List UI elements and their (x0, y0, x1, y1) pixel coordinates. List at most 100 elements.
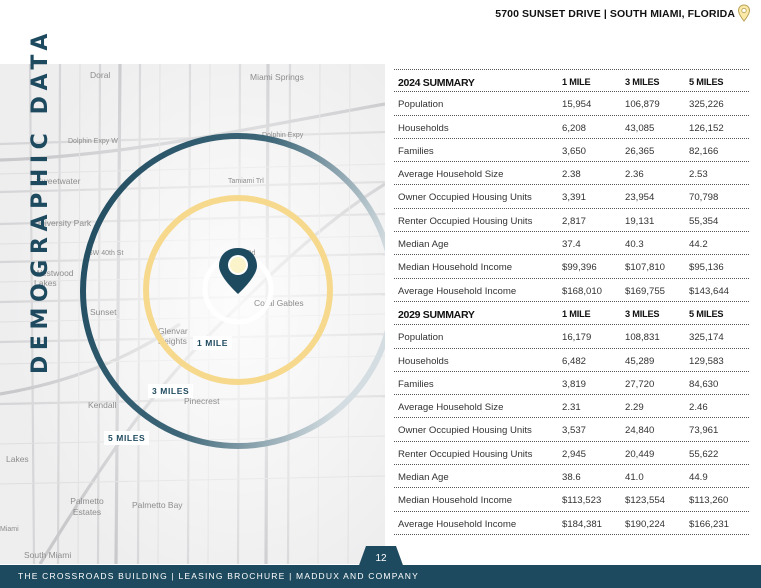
row-value: 2,945 (562, 448, 587, 460)
row-label: Families (398, 145, 434, 157)
row-label: Owner Occupied Housing Units (398, 425, 532, 437)
row-value: $184,381 (562, 518, 603, 530)
row-value: 3,537 (562, 425, 587, 437)
row-value: 126,152 (689, 122, 724, 134)
row-value: 3,650 (562, 145, 587, 157)
row-value: 19,131 (625, 215, 655, 227)
header-cell: 1 MILE (562, 308, 591, 319)
table-row: Median Household Income $99,396 $107,810 $9… (394, 255, 749, 279)
row-label: Median Household Income (398, 262, 513, 274)
five-mile-ring (80, 133, 385, 449)
row-value: 43,085 (625, 122, 655, 134)
row-value: 26,365 (625, 145, 655, 157)
table-row: Renter Occupied Housing Units 2,945 20,449… (394, 442, 749, 466)
table-row: Households 6,482 45,289 129,583 (394, 349, 749, 372)
row-value: 3,391 (562, 192, 587, 204)
table-row: Median Age 38.6 41.0 44.9 (394, 465, 749, 489)
table-row: Households 6,208 43,085 126,152 (394, 116, 749, 139)
row-value: 55,354 (689, 215, 719, 227)
row-value: $113,523 (562, 495, 602, 507)
row-label: Population (398, 99, 444, 111)
one-mile-label: 1 MILE (193, 336, 232, 350)
row-value: $99,396 (562, 262, 597, 274)
header-cell: 2029 SUMMARY (398, 308, 475, 321)
row-value: 2.31 (562, 402, 581, 414)
row-value: 70,798 (689, 192, 719, 204)
row-value: 41.0 (625, 472, 644, 484)
row-value: 20,449 (625, 448, 655, 460)
row-label: Average Household Income (398, 518, 517, 530)
row-value: 84,630 (689, 378, 719, 390)
row-value: 38.6 (562, 472, 581, 484)
row-value: $123,554 (625, 495, 666, 507)
table-row: Owner Occupied Housing Units 3,391 23,954 7… (394, 185, 749, 209)
page-number: 12 (375, 553, 387, 564)
table-header-2024: 2024 SUMMARY 1 MILE 3 MILES 5 MILES (394, 69, 749, 93)
table-row: Families 3,650 26,365 82,166 (394, 139, 749, 163)
row-value: 325,226 (689, 99, 724, 111)
row-value: 3,819 (562, 378, 587, 390)
row-value: 24,840 (625, 425, 655, 437)
header-cell: 3 MILES (625, 308, 660, 319)
header-cell: 3 MILES (625, 77, 660, 87)
row-value: $107,810 (625, 262, 666, 274)
row-label: Average Household Size (398, 402, 504, 414)
row-value: 73,961 (689, 425, 719, 437)
row-label: Renter Occupied Housing Units (398, 215, 533, 227)
table-row: Population 16,179 108,831 325,174 (394, 325, 749, 349)
row-value: $113,260 (689, 495, 729, 507)
row-value: 2.38 (562, 169, 581, 181)
row-label: Households (398, 355, 449, 367)
table-row: Families 3,819 27,720 84,630 (394, 372, 749, 396)
table-row: Average Household Size 2.38 2.36 2.53 (394, 162, 749, 186)
radius-rings (80, 133, 385, 449)
table-row: Owner Occupied Housing Units 3,537 24,840 7… (394, 418, 749, 442)
row-value: 2,817 (562, 215, 587, 227)
row-value: 16,179 (562, 332, 592, 344)
row-value: 129,583 (689, 355, 724, 367)
row-value: 2.53 (689, 169, 708, 181)
demographic-tables: 2024 SUMMARY 1 MILE 3 MILES 5 MILES Popu… (394, 69, 749, 535)
table-row: Median Household Income $113,523 $123,554 $… (394, 488, 749, 512)
header-cell: 1 MILE (562, 77, 591, 87)
row-label: Average Household Size (398, 169, 504, 181)
row-value: 108,831 (625, 332, 660, 344)
row-label: Median Age (398, 472, 449, 484)
row-label: Average Household Income (398, 285, 517, 297)
row-label: Median Household Income (398, 495, 513, 507)
row-value: 2.29 (625, 402, 644, 414)
row-value: 27,720 (625, 378, 655, 390)
header-cell: 5 MILES (689, 77, 724, 87)
row-value: $95,136 (689, 262, 724, 274)
row-label: Households (398, 122, 449, 134)
location-pin-icon (737, 4, 751, 22)
row-value: 82,166 (689, 145, 719, 157)
row-value: 45,289 (625, 355, 655, 367)
table-row: Renter Occupied Housing Units 2,817 19,131… (394, 209, 749, 233)
row-value: $168,010 (562, 285, 603, 297)
table-header-2029: 2029 SUMMARY 1 MILE 3 MILES 5 MILES (394, 302, 749, 326)
row-value: 23,954 (625, 192, 655, 204)
row-value: 2.36 (625, 169, 644, 181)
row-value: $166,231 (689, 518, 730, 530)
row-label: Population (398, 332, 444, 344)
demographic-radius-map: Doral Miami Springs Dolphin Expy W Sweet… (0, 64, 385, 564)
three-mile-label: 3 MILES (148, 384, 194, 398)
site-location-pin-icon (219, 248, 257, 294)
row-label: Median Age (398, 239, 449, 251)
table-row: Average Household Income $168,010 $169,755… (394, 279, 749, 302)
row-value: $190,224 (625, 518, 666, 530)
row-value: 55,622 (689, 448, 719, 460)
table-row: Average Household Income $184,381 $190,224… (394, 512, 749, 535)
row-value: 40.3 (625, 239, 644, 251)
row-label: Renter Occupied Housing Units (398, 448, 533, 460)
row-value: $143,644 (689, 285, 730, 297)
row-value: 44.9 (689, 472, 708, 484)
row-value: 2.46 (689, 402, 708, 414)
table-row: Average Household Size 2.31 2.29 2.46 (394, 395, 749, 419)
footer-bar: THE CROSSROADS BUILDING | LEASING BROCHU… (0, 565, 761, 588)
row-value: 44.2 (689, 239, 708, 251)
table-row: Population 15,954 106,879 325,226 (394, 92, 749, 116)
row-value: $169,755 (625, 285, 666, 297)
row-label: Families (398, 378, 434, 390)
